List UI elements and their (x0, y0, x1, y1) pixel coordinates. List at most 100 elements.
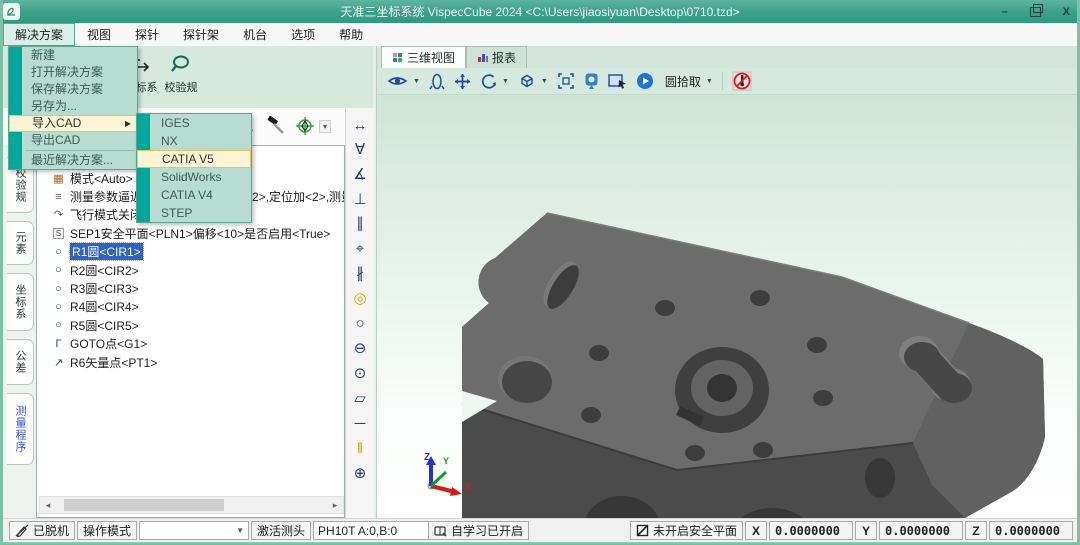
tree-row-goto[interactable]: Γ GOTO点<G1> (37, 335, 344, 353)
orbit-rotate-icon[interactable] (480, 73, 497, 90)
menu-view[interactable]: 视图 (75, 23, 123, 46)
circle-pick-dropdown-icon[interactable]: ▼ (706, 78, 713, 85)
tab-measure-program[interactable]: 测量程序 (7, 393, 34, 465)
gauge-check-button[interactable]: 校验规 (159, 53, 203, 103)
menu-item-import-cad[interactable]: 导入CAD ▶ (9, 115, 137, 132)
menu-item-save-as[interactable]: 另存为... (9, 98, 137, 115)
scroll-right-icon[interactable]: ▸ (327, 500, 343, 511)
menu-probe-rack[interactable]: 探针架 (171, 23, 231, 46)
symmetry-icon[interactable]: ⊖ (346, 337, 374, 359)
tree-row-safety-plane[interactable]: S SEP1安全平面<PLN1>偏移<10>是否启用<True> (37, 224, 344, 242)
position-icon[interactable]: ⌖ (346, 237, 374, 259)
menu-separator (25, 150, 135, 151)
menu-options[interactable]: 选项 (279, 23, 327, 46)
tab-3d-view[interactable]: 三维视图 (381, 46, 466, 68)
submenu-item-catia-v4[interactable]: CATIA V4 (137, 186, 251, 204)
submenu-item-solidworks[interactable]: SolidWorks (137, 168, 251, 186)
menu-item-recent-solutions[interactable]: 最近解决方案... (9, 152, 137, 169)
true-position-icon[interactable]: ⊕ (346, 462, 374, 484)
tree-row-vector-point[interactable]: ↗ R6矢量点<PT1> (37, 353, 344, 371)
menu-item-save-solution[interactable]: 保存解决方案 (9, 81, 137, 98)
angle-icon[interactable]: ∡ (346, 163, 374, 185)
y-axis-label: Y (855, 521, 877, 540)
submenu-item-nx[interactable]: NX (137, 132, 251, 150)
z-coordinate-value: 0.0000000 (989, 521, 1073, 540)
rotate-view-icon[interactable] (429, 73, 445, 90)
straightness-icon[interactable]: ─ (346, 412, 374, 434)
location-pin-icon[interactable] (584, 72, 599, 90)
submenu-item-catia-v5[interactable]: CATIA V5 (137, 150, 251, 168)
scroll-left-icon[interactable]: ◂ (40, 500, 56, 511)
self-learn-icon (434, 525, 447, 537)
menu-item-export-cad[interactable]: 导出CAD (9, 132, 137, 149)
run-play-icon[interactable] (636, 72, 654, 90)
safety-plane-icon: S (53, 228, 64, 239)
menu-machine[interactable]: 机台 (231, 23, 279, 46)
menu-help[interactable]: 帮助 (327, 23, 375, 46)
menu-item-open-solution[interactable]: 打开解决方案 (9, 64, 137, 81)
flatness-icon[interactable]: ▱ (346, 387, 374, 409)
target-compass-icon (294, 115, 316, 137)
tab-report[interactable]: 报表 (466, 46, 527, 68)
close-button[interactable]: X (1063, 6, 1070, 18)
tree-horizontal-scrollbar[interactable]: ◂ ▸ (39, 496, 344, 514)
tree-row-circle-2[interactable]: ○ R2圆<CIR2> (37, 261, 344, 279)
viewport-3d[interactable]: Z Y X (377, 95, 1080, 518)
submenu-item-iges[interactable]: IGES (137, 114, 251, 132)
orbit-dropdown-icon[interactable]: ▼ (502, 78, 509, 85)
app-window: 天准三坐标系统 VispecCube 2024 <C:\Users\jiaosi… (0, 0, 1080, 545)
tab-coordinate-system[interactable]: 坐标系 (7, 273, 34, 331)
probe-disabled-icon[interactable] (732, 71, 752, 91)
visibility-dropdown-icon[interactable]: ▼ (413, 78, 420, 85)
angle-cone-icon[interactable]: ∀ (346, 138, 374, 160)
tree-row-circle-5[interactable]: ○ R5圆<CIR5> (37, 316, 344, 334)
restore-button[interactable] (1030, 7, 1041, 17)
distance-icon[interactable]: ↔ (346, 114, 374, 136)
goto-point-icon: Γ (51, 338, 66, 350)
safety-plane-icon (636, 524, 649, 537)
cube-view-icon[interactable] (518, 72, 536, 90)
menu-solution[interactable]: 解决方案 (3, 23, 75, 46)
parallelism-icon[interactable]: ∥ (346, 212, 374, 234)
inclination-icon[interactable]: ∦ (346, 262, 374, 284)
circle-icon[interactable]: ○ (346, 312, 374, 334)
box-select-icon[interactable] (608, 73, 627, 89)
submenu-item-step[interactable]: STEP (137, 204, 251, 222)
concentricity-icon[interactable]: ◎ (346, 287, 374, 309)
scrollbar-thumb[interactable] (64, 499, 224, 511)
circle-feature-icon: ○ (51, 283, 66, 295)
pan-move-icon[interactable] (454, 73, 471, 90)
minimize-button[interactable]: – (1002, 6, 1008, 18)
x-axis-label: X (745, 521, 767, 540)
menu-item-new[interactable]: 新建 (9, 47, 137, 64)
hammer-tool-button[interactable] (265, 114, 287, 138)
toolbar-separator (722, 72, 723, 90)
circle-feature-icon: ○ (51, 246, 66, 258)
magnifier-icon (169, 53, 193, 77)
operation-mode-select[interactable]: ▼ (139, 521, 249, 540)
zoom-fit-icon[interactable] (557, 72, 575, 90)
cad-model[interactable] (377, 95, 1080, 518)
tree-row-circle-1[interactable]: ○ R1圆<CIR1> (37, 243, 344, 261)
tab-elements[interactable]: 元素 (7, 221, 34, 265)
offline-status: 已脱机 (9, 521, 75, 540)
circle-pick-label[interactable]: 圆拾取 (665, 73, 701, 90)
statusbar: 已脱机 操作模式 ▼ 激活测头 PH10T A:0,B:0▼ 自学习已开启 未开… (3, 518, 1077, 543)
selected-tree-item: R1圆<CIR1> (70, 243, 143, 260)
parallel-bars-icon[interactable]: ‖ (346, 437, 374, 459)
side-tab-strip: 校验规 元素 坐标系 公差 测量程序 (3, 145, 36, 518)
tree-row-circle-4[interactable]: ○ R4圆<CIR4> (37, 298, 344, 316)
tab-tolerance[interactable]: 公差 (7, 339, 34, 385)
tree-row-circle-3[interactable]: ○ R3圆<CIR3> (37, 279, 344, 297)
operation-mode-label: 操作模式 (77, 521, 137, 540)
target-compass-button[interactable] (294, 114, 316, 138)
menu-probe[interactable]: 探针 (123, 23, 171, 46)
fly-mode-icon: ↷ (51, 208, 66, 221)
toolbar-overflow-button[interactable]: ▾ (319, 114, 331, 138)
runout-icon[interactable]: ⊙ (346, 362, 374, 384)
perpendicularity-icon[interactable]: ⊥ (346, 188, 374, 210)
window-title: 天准三坐标系统 VispecCube 2024 <C:\Users\jiaosi… (0, 3, 1080, 20)
cube-dropdown-icon[interactable]: ▼ (541, 78, 548, 85)
view-visibility-icon[interactable] (387, 73, 408, 89)
hammer-icon (265, 115, 287, 137)
